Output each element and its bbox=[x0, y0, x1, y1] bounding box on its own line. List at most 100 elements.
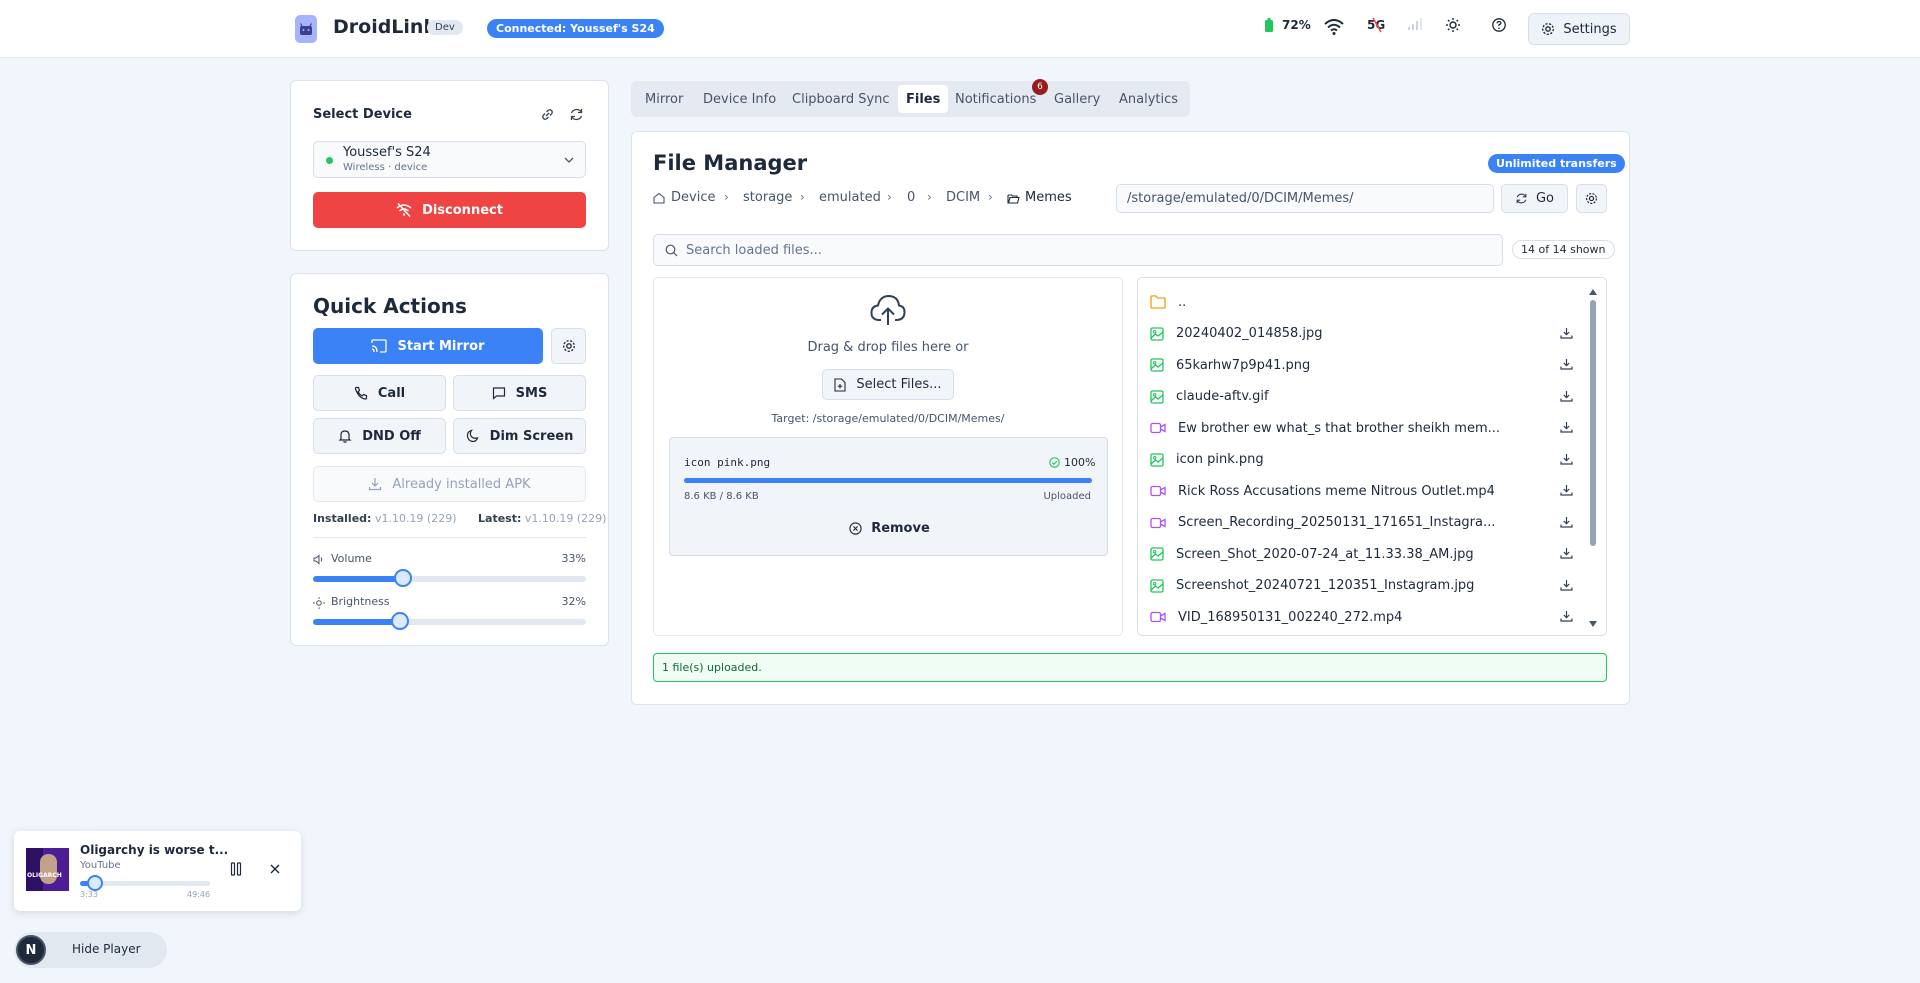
device-subtitle: Wireless · device bbox=[343, 162, 428, 173]
mirror-settings-button[interactable] bbox=[551, 328, 586, 364]
pause-icon[interactable] bbox=[230, 862, 242, 876]
remove-label: Remove bbox=[871, 520, 930, 536]
volume-slider[interactable] bbox=[313, 569, 586, 587]
tab-analytics[interactable]: Analytics bbox=[1119, 81, 1178, 117]
breadcrumb-memes[interactable]: Memes bbox=[1025, 190, 1072, 205]
path-settings-button[interactable] bbox=[1576, 184, 1607, 213]
player-title: Oligarchy is worse t... bbox=[80, 843, 229, 857]
scroll-down-arrow[interactable] bbox=[1589, 621, 1597, 627]
breadcrumb-emulated[interactable]: emulated bbox=[819, 190, 881, 205]
disconnect-button[interactable]: Disconnect bbox=[313, 192, 586, 228]
call-button[interactable]: Call bbox=[313, 375, 446, 411]
breadcrumb-device[interactable]: Device bbox=[671, 190, 715, 205]
file-row[interactable]: Screen_Recording_20250131_171651_Instagr… bbox=[1150, 513, 1580, 533]
download-icon bbox=[369, 478, 382, 491]
device-card: Select Device Youssef's S24 Wireless · d… bbox=[290, 80, 609, 251]
volume-label: Volume bbox=[331, 552, 372, 565]
download-file-button[interactable] bbox=[1560, 547, 1573, 559]
download-file-button[interactable] bbox=[1560, 453, 1573, 465]
file-row[interactable]: Screen_Shot_2020-07-24_at_11.33.38_AM.jp… bbox=[1150, 544, 1580, 564]
install-apk-button[interactable]: Already installed APK bbox=[313, 466, 586, 502]
download-file-button[interactable] bbox=[1560, 358, 1573, 370]
download-icon bbox=[1560, 359, 1573, 370]
home-icon bbox=[653, 192, 665, 204]
refresh-icon bbox=[1516, 193, 1527, 204]
image-file-icon bbox=[1150, 452, 1164, 467]
close-icon[interactable] bbox=[270, 864, 280, 874]
drop-text: Drag & drop files here or bbox=[807, 340, 969, 355]
dnd-button[interactable]: DND Off bbox=[313, 418, 446, 454]
download-file-button[interactable] bbox=[1560, 421, 1573, 433]
download-file-button[interactable] bbox=[1560, 516, 1573, 528]
go-button[interactable]: Go bbox=[1501, 184, 1568, 213]
tab-device-info[interactable]: Device Info bbox=[703, 81, 776, 117]
volume-thumb[interactable] bbox=[394, 569, 413, 587]
player-seek-thumb[interactable] bbox=[86, 875, 103, 891]
search-input[interactable]: Search loaded files... bbox=[653, 234, 1503, 266]
wifi-icon bbox=[1324, 19, 1344, 35]
gear-icon bbox=[562, 340, 575, 352]
file-row[interactable]: claude-aftv.gif bbox=[1150, 387, 1580, 407]
brightness-label: Brightness bbox=[331, 595, 390, 608]
image-file-icon bbox=[1150, 358, 1164, 372]
refresh-icon[interactable] bbox=[569, 107, 584, 122]
hide-player-button[interactable]: N Hide Player bbox=[14, 932, 167, 968]
folder-icon bbox=[1150, 295, 1166, 309]
device-select[interactable]: Youssef's S24 Wireless · device bbox=[313, 141, 586, 178]
dim-screen-button[interactable]: Dim Screen bbox=[453, 418, 586, 454]
start-mirror-button[interactable]: Start Mirror bbox=[313, 328, 543, 364]
chevron-down-icon bbox=[564, 157, 574, 163]
scroll-up-arrow[interactable] bbox=[1589, 289, 1597, 295]
link-icon[interactable] bbox=[540, 107, 555, 122]
tab-mirror[interactable]: Mirror bbox=[645, 81, 683, 117]
search-icon bbox=[665, 244, 678, 257]
player-seekbar[interactable] bbox=[80, 875, 210, 891]
app-title: DroidLink bbox=[333, 16, 437, 38]
file-row[interactable]: Screenshot_20240721_120351_Instagram.jpg bbox=[1150, 576, 1580, 596]
upload-item: icon pink.png 100% 8.6 KB / 8.6 KB Uploa… bbox=[669, 437, 1108, 556]
settings-button[interactable]: Settings bbox=[1528, 13, 1630, 45]
brightness-thumb[interactable] bbox=[391, 612, 410, 630]
file-row[interactable]: icon pink.png bbox=[1150, 450, 1580, 470]
breadcrumb-storage[interactable]: storage bbox=[743, 190, 792, 205]
breadcrumb-0[interactable]: 0 bbox=[907, 190, 915, 205]
image-icon bbox=[1150, 358, 1164, 372]
connection-badge: Connected: Youssef's S24 bbox=[487, 19, 664, 38]
download-icon bbox=[1560, 579, 1573, 591]
file-row[interactable]: Ew brother ew what_s that brother sheikh… bbox=[1150, 418, 1580, 438]
tab-gallery[interactable]: Gallery bbox=[1054, 81, 1100, 117]
tab-clipboard-sync[interactable]: Clipboard Sync bbox=[792, 81, 890, 117]
download-file-button[interactable] bbox=[1560, 390, 1573, 402]
file-row[interactable]: 20240402_014858.jpg bbox=[1150, 324, 1580, 344]
tab-notifications[interactable]: Notifications bbox=[955, 81, 1036, 117]
file-row[interactable]: Rick Ross Accusations meme Nitrous Outle… bbox=[1150, 481, 1580, 501]
theme-toggle[interactable] bbox=[1446, 18, 1460, 32]
tab-files[interactable]: Files bbox=[898, 85, 949, 113]
dev-badge: Dev bbox=[427, 20, 463, 35]
download-file-button[interactable] bbox=[1560, 579, 1573, 591]
path-input[interactable]: /storage/emulated/0/DCIM/Memes/ bbox=[1116, 184, 1494, 213]
download-icon bbox=[1560, 390, 1573, 402]
help-button[interactable] bbox=[1492, 18, 1506, 32]
video-icon bbox=[1150, 517, 1166, 529]
download-file-button[interactable] bbox=[1560, 327, 1573, 339]
upload-filename: icon pink.png bbox=[684, 456, 771, 469]
installed-label: Installed: bbox=[313, 512, 372, 525]
breadcrumb-separator: › bbox=[927, 190, 932, 204]
sms-button[interactable]: SMS bbox=[453, 375, 586, 411]
brightness-slider[interactable] bbox=[313, 612, 586, 630]
download-file-button[interactable] bbox=[1560, 484, 1573, 496]
bell-icon bbox=[338, 430, 352, 443]
file-name: Screenshot_20240721_120351_Instagram.jpg bbox=[1176, 578, 1475, 593]
scrollbar-thumb[interactable] bbox=[1590, 300, 1596, 546]
breadcrumb-dcim[interactable]: DCIM bbox=[946, 190, 980, 205]
download-icon bbox=[1560, 485, 1573, 496]
main-tabs: Mirror Device Info Clipboard Sync Files … bbox=[631, 79, 1190, 117]
parent-folder-row[interactable]: .. bbox=[1150, 292, 1580, 312]
image-file-icon bbox=[1150, 547, 1164, 561]
file-row[interactable]: 65karhw7p9p41.png bbox=[1150, 355, 1580, 375]
download-file-button[interactable] bbox=[1560, 610, 1573, 622]
select-files-button[interactable]: Select Files... bbox=[822, 369, 954, 400]
file-row[interactable]: VID_168950131_002240_272.mp4 bbox=[1150, 607, 1580, 627]
remove-upload-button[interactable]: Remove bbox=[670, 514, 1109, 542]
